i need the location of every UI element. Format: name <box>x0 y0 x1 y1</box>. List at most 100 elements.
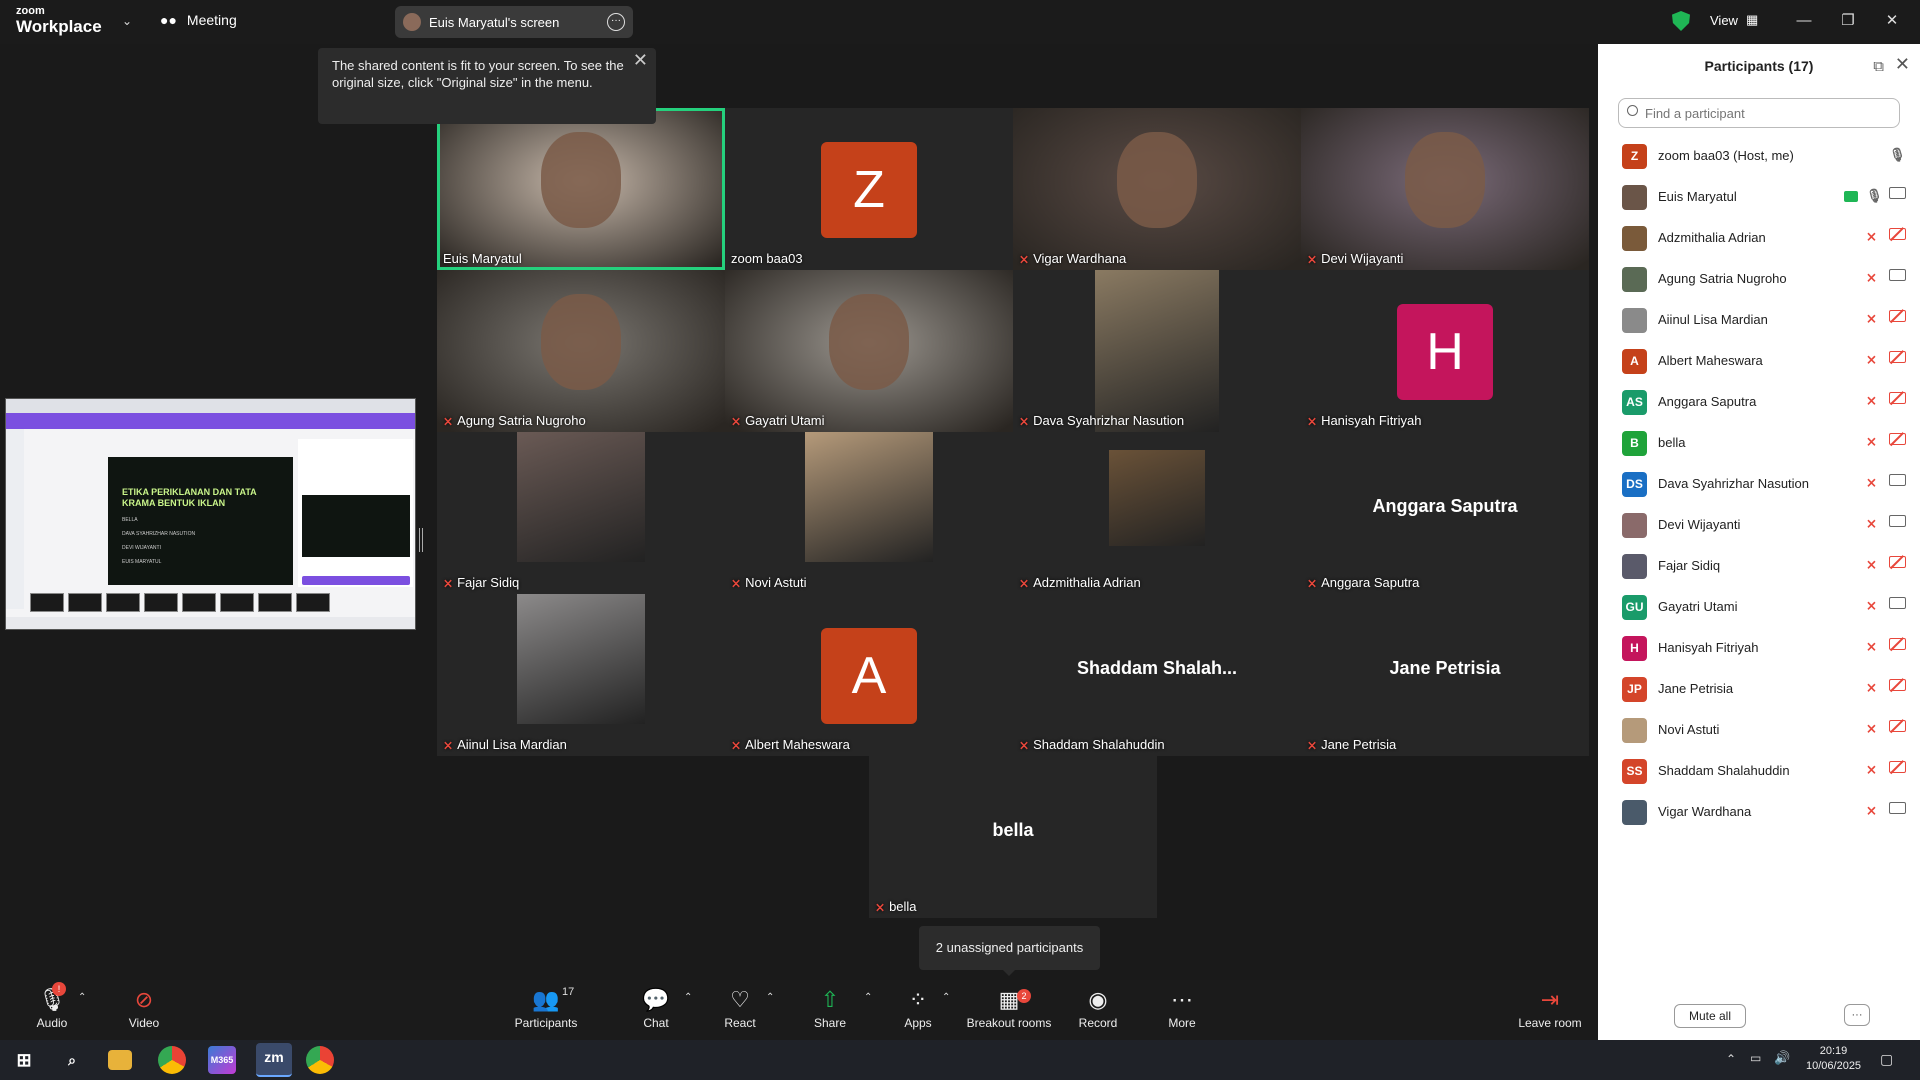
chevron-up-icon[interactable]: ⌃ <box>684 992 692 1003</box>
video-tile[interactable]: ⨯ Fajar Sidiq <box>437 432 725 594</box>
camera-icon[interactable] <box>1889 269 1906 281</box>
video-tile[interactable]: Euis Maryatul <box>437 108 725 270</box>
mic-muted-icon[interactable]: ⨯ <box>1866 639 1877 655</box>
mic-muted-icon[interactable]: ⨯ <box>1866 270 1877 286</box>
video-tile[interactable]: ⨯ Vigar Wardhana <box>1013 108 1301 270</box>
chevron-down-icon[interactable]: ⌄ <box>122 14 132 28</box>
view-button[interactable]: View ▦ <box>1710 12 1758 28</box>
camera-icon[interactable] <box>1889 515 1906 527</box>
resize-handle[interactable] <box>419 528 423 552</box>
react-button[interactable]: ♡ React <box>722 986 758 1030</box>
video-button[interactable]: ⊘ Video <box>126 986 162 1030</box>
camera-off-icon[interactable] <box>1889 638 1906 650</box>
microphone-icon[interactable]: 🎙 <box>1889 147 1906 163</box>
participant-row[interactable]: Vigar Wardhana ⨯ <box>1598 792 1920 833</box>
more-options-button[interactable]: ··· <box>1844 1004 1870 1026</box>
mic-muted-icon[interactable]: ⨯ <box>1866 434 1877 450</box>
close-icon[interactable]: ✕ <box>1895 54 1910 75</box>
participant-row[interactable]: JP Jane Petrisia ⨯ <box>1598 669 1920 710</box>
shared-screen-thumbnail[interactable]: ETIKA PERIKLANAN DAN TATA KRAMA BENTUK I… <box>5 398 416 630</box>
camera-off-icon[interactable] <box>1889 679 1906 691</box>
participant-row[interactable]: GU Gayatri Utami ⨯ <box>1598 587 1920 628</box>
participant-row[interactable]: A Albert Maheswara ⨯ <box>1598 341 1920 382</box>
video-tile[interactable]: ⨯ Devi Wijayanti <box>1301 108 1589 270</box>
mic-muted-icon[interactable]: ⨯ <box>1866 311 1877 327</box>
find-participant-input[interactable] <box>1618 98 1900 128</box>
participant-row[interactable]: Zzoom baa03 (Host, me) 🎙 <box>1598 136 1920 177</box>
encryption-shield-icon[interactable] <box>1672 11 1690 31</box>
mic-muted-icon[interactable]: ⨯ <box>1866 721 1877 737</box>
video-tile[interactable]: Shaddam Shalah... ⨯ Shaddam Shalahuddin <box>1013 594 1301 756</box>
camera-off-icon[interactable] <box>1889 433 1906 445</box>
participant-row[interactable]: Bbella ⨯ <box>1598 423 1920 464</box>
video-tile[interactable]: ⨯ Novi Astuti <box>725 432 1013 594</box>
video-tile[interactable]: ⨯ Adzmithalia Adrian <box>1013 432 1301 594</box>
mic-muted-icon[interactable]: ⨯ <box>1866 803 1877 819</box>
participant-row[interactable]: AS Anggara Saputra ⨯ <box>1598 382 1920 423</box>
mic-muted-icon[interactable]: ⨯ <box>1866 557 1877 573</box>
restore-icon[interactable]: ❐ <box>1828 8 1868 34</box>
chrome-icon[interactable] <box>158 1046 186 1074</box>
camera-off-icon[interactable] <box>1889 556 1906 568</box>
microsoft-365-icon[interactable]: M365 <box>208 1046 236 1074</box>
video-tile[interactable]: Anggara Saputra ⨯ Anggara Saputra <box>1301 432 1589 594</box>
close-icon[interactable]: ✕ <box>633 51 648 69</box>
participant-row[interactable]: Devi Wijayanti ⨯ <box>1598 505 1920 546</box>
chevron-up-icon[interactable]: ⌃ <box>78 992 86 1003</box>
mic-muted-icon[interactable]: ⨯ <box>1866 229 1877 245</box>
chat-button[interactable]: 💬 Chat <box>640 986 672 1030</box>
minimize-icon[interactable]: — <box>1784 8 1824 34</box>
participant-row[interactable]: Agung Satria Nugroho ⨯ <box>1598 259 1920 300</box>
mic-muted-icon[interactable]: ⨯ <box>1866 680 1877 696</box>
video-tile[interactable]: H ⨯ Hanisyah Fitriyah <box>1301 270 1589 432</box>
participant-row[interactable]: Novi Astuti ⨯ <box>1598 710 1920 751</box>
clock[interactable]: 20:19 10/06/2025 <box>1806 1044 1861 1074</box>
mic-muted-icon[interactable]: ⨯ <box>1866 762 1877 778</box>
notification-icon[interactable]: ▢ <box>1880 1051 1893 1068</box>
participant-row[interactable]: SS Shaddam Shalahuddin ⨯ <box>1598 751 1920 792</box>
volume-icon[interactable]: 🔊 <box>1774 1050 1790 1066</box>
mic-muted-icon[interactable]: ⨯ <box>1866 393 1877 409</box>
camera-icon[interactable] <box>1889 597 1906 609</box>
participant-row[interactable]: Aiinul Lisa Mardian ⨯ <box>1598 300 1920 341</box>
windows-start-icon[interactable]: ⊞ <box>10 1046 38 1074</box>
participant-row[interactable]: Euis Maryatul 🎙 <box>1598 177 1920 218</box>
video-tile[interactable]: ⨯ Gayatri Utami <box>725 270 1013 432</box>
video-tile[interactable]: ⨯ Agung Satria Nugroho <box>437 270 725 432</box>
participant-row[interactable]: H Hanisyah Fitriyah ⨯ <box>1598 628 1920 669</box>
video-tile[interactable]: ⨯ Dava Syahrizhar Nasution <box>1013 270 1301 432</box>
video-tile[interactable]: Jane Petrisia ⨯ Jane Petrisia <box>1301 594 1589 756</box>
network-icon[interactable]: ▭ <box>1750 1051 1761 1065</box>
mic-muted-icon[interactable]: ⨯ <box>1866 598 1877 614</box>
file-explorer-icon[interactable] <box>108 1050 132 1070</box>
search-icon[interactable]: ⌕ <box>58 1046 86 1074</box>
camera-off-icon[interactable] <box>1889 392 1906 404</box>
camera-icon[interactable] <box>1889 474 1906 486</box>
video-tile[interactable]: ⨯ Aiinul Lisa Mardian <box>437 594 725 756</box>
record-button[interactable]: ◉ Record <box>1078 986 1118 1030</box>
video-tile[interactable]: A ⨯ Albert Maheswara <box>725 594 1013 756</box>
close-icon[interactable]: ✕ <box>1872 8 1912 34</box>
more-options-icon[interactable]: ··· <box>607 13 625 31</box>
shared-screen-chip[interactable]: Euis Maryatul's screen ··· <box>395 6 633 38</box>
camera-icon[interactable] <box>1889 802 1906 814</box>
participant-row[interactable]: Fajar Sidiq ⨯ <box>1598 546 1920 587</box>
chevron-up-icon[interactable]: ⌃ <box>942 992 950 1003</box>
popout-icon[interactable]: ⧉ <box>1873 58 1884 75</box>
video-tile[interactable]: Zzoom baa03 <box>725 108 1013 270</box>
zoom-taskbar-icon[interactable]: zm <box>256 1043 292 1077</box>
leave-room-button[interactable]: ⇥ Leave room <box>1518 986 1582 1030</box>
mute-all-button[interactable]: Mute all <box>1674 1004 1746 1028</box>
camera-off-icon[interactable] <box>1889 761 1906 773</box>
chevron-up-icon[interactable]: ⌃ <box>864 992 872 1003</box>
video-tile-bella[interactable]: bella ⨯ bella <box>869 756 1157 918</box>
camera-off-icon[interactable] <box>1889 228 1906 240</box>
camera-icon[interactable] <box>1889 187 1906 199</box>
tray-chevron-icon[interactable]: ⌃ <box>1726 1052 1736 1066</box>
mic-muted-icon[interactable]: ⨯ <box>1866 475 1877 491</box>
meeting-menu-button[interactable]: ●● Meeting <box>160 12 237 28</box>
breakout-rooms-button[interactable]: ▦ Breakout rooms <box>964 986 1054 1030</box>
mic-muted-icon[interactable]: ⨯ <box>1866 352 1877 368</box>
share-button[interactable]: ⇧ Share <box>812 986 848 1030</box>
participant-row[interactable]: Adzmithalia Adrian ⨯ <box>1598 218 1920 259</box>
